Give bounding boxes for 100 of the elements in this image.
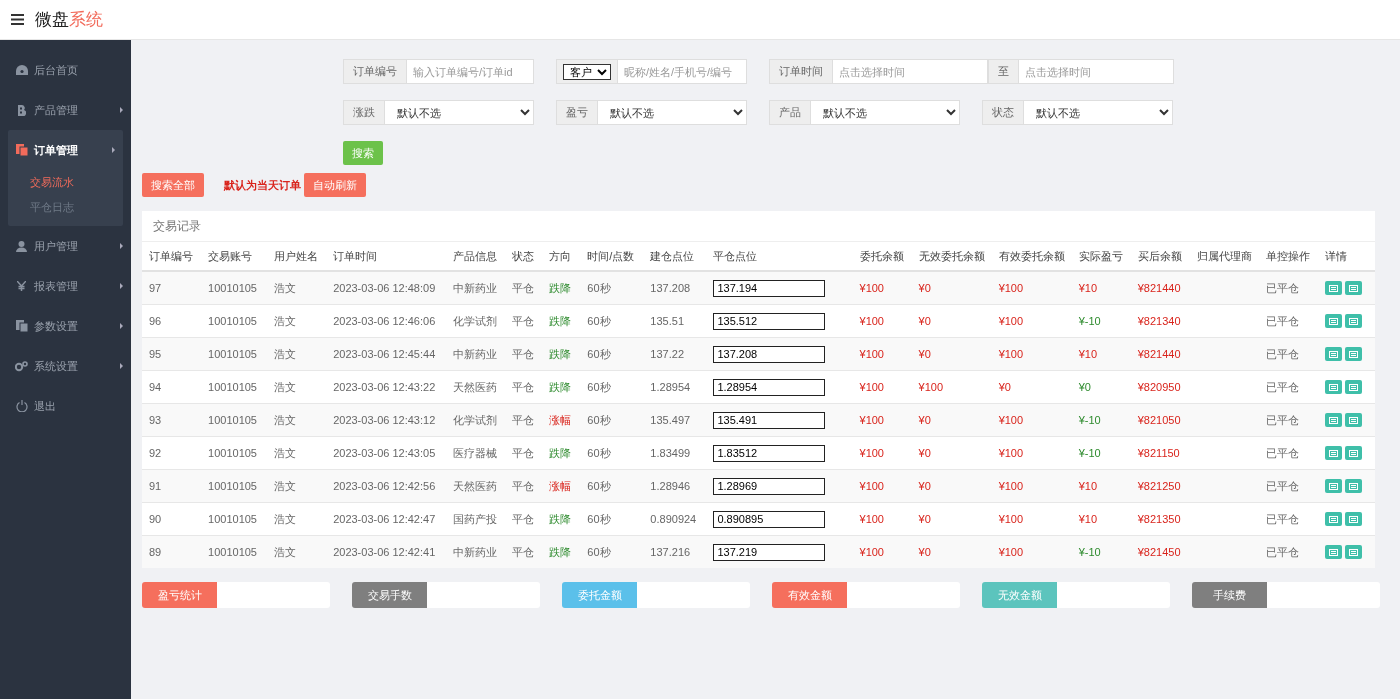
submenu-item[interactable]: 交易流水 (8, 170, 123, 195)
close-price-field[interactable]: 137.194 (713, 279, 826, 297)
detail-button[interactable] (1344, 446, 1362, 460)
table-cell: 平仓 (505, 535, 543, 568)
table-cell: ¥100 (991, 337, 1072, 371)
field-label: 订单编号 (343, 59, 407, 84)
customer-select[interactable]: 客户 (563, 63, 611, 80)
sidebar-item[interactable]: 参数设置 (0, 306, 131, 346)
order-number-field[interactable]: 输入订单编号/订单id (407, 59, 534, 84)
table-cell: 中新药业 (446, 271, 506, 305)
table-cell: ¥100 (991, 535, 1072, 568)
stat-label: 委托金额 (562, 582, 637, 608)
table-cell: 2023-03-06 12:48:09 (326, 271, 447, 305)
table-cell: ¥10 (1078, 513, 1098, 525)
sidebar-item[interactable]: 报表管理 (0, 266, 131, 306)
table-cell: 平仓 (505, 337, 543, 371)
stat-value-field[interactable] (427, 582, 540, 608)
close-price-field[interactable]: 137.219 (713, 543, 826, 561)
table-cell: 平仓 (505, 403, 543, 437)
sidebar-item[interactable]: 订单管理 (8, 130, 123, 170)
sidebar-item[interactable]: 后台首页 (0, 50, 131, 90)
table-cell: 10010105 (201, 403, 268, 437)
close-price-field[interactable]: 1.28954 (713, 378, 826, 396)
sidebar-item[interactable]: 退出 (0, 386, 131, 426)
detail-button[interactable] (1324, 413, 1342, 427)
card-icon (1348, 548, 1358, 556)
table-cell: 93 (142, 403, 202, 437)
detail-button[interactable] (1344, 479, 1362, 493)
table-cell: 10010105 (201, 271, 268, 305)
stat-value-field[interactable] (1057, 582, 1170, 608)
table-cell: 95 (142, 337, 202, 371)
table-cell: 60秒 (580, 271, 644, 305)
table-cell: ¥10 (1078, 348, 1098, 360)
sidebar-item[interactable]: 用户管理 (0, 226, 131, 266)
stat-value-field[interactable] (1267, 582, 1380, 608)
filter-select[interactable]: 默认不选 (1024, 100, 1173, 125)
detail-button[interactable] (1324, 512, 1342, 526)
table-cell: ¥-10 (1078, 315, 1101, 327)
detail-button[interactable] (1324, 545, 1342, 559)
close-price-field[interactable]: 135.512 (713, 312, 826, 330)
card-icon (1328, 383, 1338, 391)
filter-select[interactable]: 默认不选 (598, 100, 747, 125)
table-cell: ¥-10 (1078, 414, 1101, 426)
close-price-field[interactable]: 137.208 (713, 345, 826, 363)
table-cell: ¥100 (991, 271, 1072, 305)
table-cell: 137.216 (643, 535, 707, 568)
sidebar-item[interactable]: 产品管理 (0, 90, 131, 130)
card-icon (1328, 548, 1338, 556)
close-price-field[interactable]: 1.83512 (713, 444, 826, 462)
close-price-field[interactable]: 1.28969 (713, 477, 826, 495)
table-cell: 60秒 (580, 403, 644, 437)
detail-button[interactable] (1344, 347, 1362, 361)
start-date-field[interactable]: 点击选择时间 (833, 59, 988, 84)
detail-button[interactable] (1324, 281, 1342, 295)
table-cell: ¥100 (852, 337, 912, 371)
table-cell: 浩文 (267, 535, 327, 568)
table-cell: 89 (142, 535, 202, 568)
power-icon (15, 400, 28, 412)
detail-button[interactable] (1344, 413, 1362, 427)
end-date-field[interactable]: 点击选择时间 (1019, 59, 1174, 84)
filter-select[interactable]: 默认不选 (385, 100, 534, 125)
detail-button[interactable] (1324, 314, 1342, 328)
table-cell: ¥100 (852, 271, 912, 305)
bitcoin-icon (17, 104, 26, 116)
table-cell: 跌降 (549, 281, 572, 294)
card-icon (1348, 383, 1358, 391)
detail-button[interactable] (1344, 281, 1362, 295)
table-cell: ¥821450 (1130, 535, 1190, 568)
table-cell: 浩文 (267, 469, 327, 503)
menu-icon[interactable] (11, 14, 24, 25)
detail-button[interactable] (1344, 545, 1362, 559)
default-note: 默认为当天订单 (224, 177, 301, 193)
detail-button[interactable] (1324, 380, 1342, 394)
close-price-field[interactable]: 0.890895 (713, 510, 826, 528)
filter-select[interactable]: 默认不选 (811, 100, 960, 125)
table-cell: 10010105 (201, 469, 268, 503)
stat-value-field[interactable] (637, 582, 750, 608)
table-cell: 60秒 (580, 337, 644, 371)
customer-search-field[interactable]: 昵称/姓名/手机号/编号 (618, 59, 747, 84)
table-cell: ¥10 (1078, 282, 1098, 294)
table-cell: 2023-03-06 12:42:41 (326, 535, 447, 568)
table-cell: 已平仓 (1258, 337, 1318, 371)
card-icon (1328, 350, 1338, 358)
sidebar-item[interactable]: 系统设置 (0, 346, 131, 386)
app-logo: 微盘系统 (35, 9, 103, 31)
table-cell: 中新药业 (446, 337, 506, 371)
detail-button[interactable] (1344, 314, 1362, 328)
panel-title: 交易记录 (142, 211, 1375, 242)
table-cell: 已平仓 (1258, 535, 1318, 568)
stat-value-field[interactable] (847, 582, 960, 608)
table-cell: 97 (142, 271, 202, 305)
table-cell: ¥0 (911, 337, 992, 371)
detail-button[interactable] (1324, 446, 1342, 460)
card-icon (1328, 515, 1338, 523)
close-price-field[interactable]: 135.491 (713, 411, 826, 429)
detail-button[interactable] (1344, 512, 1362, 526)
detail-button[interactable] (1344, 380, 1362, 394)
stat-value-field[interactable] (217, 582, 330, 608)
detail-button[interactable] (1324, 479, 1342, 493)
detail-button[interactable] (1324, 347, 1342, 361)
